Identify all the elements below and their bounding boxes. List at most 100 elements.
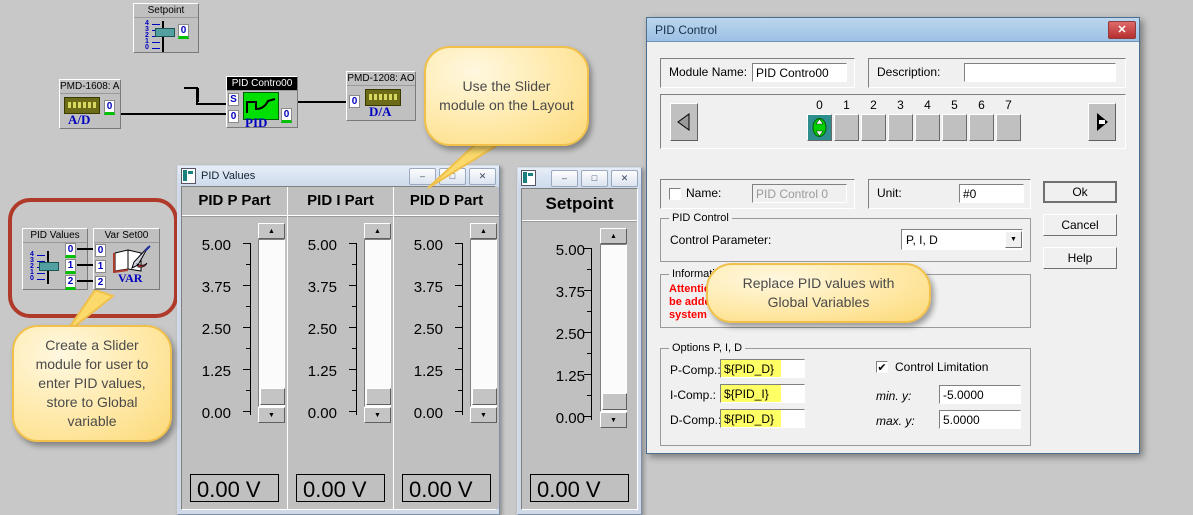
setpoint-value: 0.00 V — [530, 474, 629, 502]
pid-updown-icon — [812, 118, 827, 137]
dialog-titlebar[interactable]: PID Control ✕ — [647, 18, 1139, 42]
pid-values-window[interactable]: PID Values – □ ✕ PID P Part 5.00 3.75 2.… — [177, 165, 500, 515]
max-y-input[interactable]: 5.0000 — [939, 410, 1021, 429]
axis-label-0: 0.00 — [307, 405, 337, 422]
control-parameter-select[interactable]: P, I, D ▼ — [901, 229, 1023, 250]
axis-label-375: 3.75 — [413, 279, 443, 296]
slot-numbers-row: 0 1 2 3 4 5 6 7 — [806, 98, 1022, 112]
pid-d-scrollbar[interactable]: ▲ ▼ — [470, 223, 497, 423]
scroll-down-button[interactable]: ▼ — [600, 412, 627, 428]
tick-0: 0 — [145, 44, 149, 51]
pid-values-title: PID Values — [201, 170, 256, 182]
module-da[interactable]: PMD-1208: AO 0 D/A — [346, 71, 416, 121]
module-setpoint-title: Setpoint — [134, 4, 198, 18]
close-icon[interactable]: ✕ — [1108, 20, 1136, 39]
slot-7[interactable] — [996, 114, 1021, 141]
scroll-down-button[interactable]: ▼ — [364, 407, 391, 423]
slot-2[interactable] — [861, 114, 886, 141]
axis-label-25: 2.50 — [307, 321, 337, 338]
pid-input-0-port[interactable]: 0 — [228, 110, 239, 123]
name-label: Name: — [686, 186, 722, 200]
name-checkbox[interactable] — [669, 188, 681, 200]
module-da-title: PMD-1208: AO — [347, 72, 415, 86]
scroll-up-button[interactable]: ▲ — [600, 228, 627, 244]
scroll-down-button[interactable]: ▼ — [258, 407, 285, 423]
scroll-thumb[interactable] — [260, 388, 285, 405]
scroll-thumb[interactable] — [602, 393, 627, 410]
max-y-label: max. y: — [876, 414, 915, 428]
slot-1[interactable] — [834, 114, 859, 141]
slot-3[interactable] — [888, 114, 913, 141]
module-ad[interactable]: PMD-1608: AI A/D 0 — [59, 79, 121, 129]
panel-pid-d-scale: 5.00 3.75 2.50 1.25 0.00 ▲ ▼ — [394, 216, 499, 429]
description-input[interactable] — [964, 63, 1116, 82]
slot-5[interactable] — [942, 114, 967, 141]
i-comp-input[interactable]: ${PID_I} — [720, 384, 805, 403]
pid-output-port[interactable]: 0 — [281, 108, 292, 123]
slot-boxes-row — [807, 114, 1021, 141]
module-name-input[interactable]: PID Contro00 — [752, 63, 847, 82]
wire-setpoint-seg2 — [196, 87, 198, 104]
da-input-port[interactable]: 0 — [349, 95, 360, 108]
close-button[interactable]: ✕ — [611, 169, 638, 187]
pid-input-s-port[interactable]: S — [228, 93, 239, 106]
scroll-thumb[interactable] — [366, 388, 391, 405]
d-comp-input[interactable]: ${PID_D} — [720, 409, 805, 428]
axis-label-25: 2.50 — [555, 326, 585, 343]
name-input[interactable]: PID Control 0 — [752, 184, 847, 203]
maximize-button[interactable]: □ — [581, 169, 608, 187]
module-setpoint[interactable]: Setpoint 4 3 2 1 0 0 — [133, 3, 199, 53]
pid-control-dialog[interactable]: PID Control ✕ Module Name: PID Contro00 … — [646, 17, 1140, 454]
setpoint-titlebar[interactable]: – □ ✕ — [518, 168, 641, 188]
minimize-button[interactable]: – — [551, 169, 578, 187]
module-name-label: Module Name: — [669, 65, 748, 79]
next-page-button[interactable] — [1088, 103, 1116, 141]
pid-p-scrollbar[interactable]: ▲ ▼ — [258, 223, 285, 423]
slot-6[interactable] — [969, 114, 994, 141]
setpoint-output-port[interactable]: 0 — [178, 24, 189, 39]
slot-4[interactable] — [915, 114, 940, 141]
scroll-up-button[interactable]: ▲ — [470, 223, 497, 239]
panel-setpoint: Setpoint 5.00 3.75 2.50 1.25 0.00 ▲ ▼ 0.… — [522, 189, 637, 509]
ok-button[interactable]: Ok — [1043, 181, 1117, 203]
control-limitation-checkbox[interactable]: ✔ — [876, 361, 888, 374]
scroll-trough[interactable] — [364, 239, 391, 407]
slot-number-0: 0 — [816, 98, 823, 112]
panel-setpoint-scale: 5.00 3.75 2.50 1.25 0.00 ▲ ▼ — [522, 221, 637, 434]
module-pid[interactable]: PID Contro00 S 0 PID 0 — [226, 76, 298, 130]
scroll-thumb[interactable] — [472, 388, 497, 405]
description-group: Description: — [868, 58, 1126, 88]
p-comp-label: P-Comp.: — [670, 363, 721, 377]
axis-label-375: 3.75 — [201, 279, 231, 296]
slot-number-5: 5 — [951, 98, 958, 112]
ad-output-port[interactable]: 0 — [104, 100, 115, 115]
scroll-down-button[interactable]: ▼ — [470, 407, 497, 423]
scroll-trough[interactable] — [470, 239, 497, 407]
scroll-up-button[interactable]: ▲ — [258, 223, 285, 239]
scroll-trough[interactable] — [600, 244, 627, 412]
unit-input[interactable]: #0 — [959, 184, 1024, 203]
scroll-up-button[interactable]: ▲ — [364, 223, 391, 239]
slot-number-4: 4 — [924, 98, 931, 112]
i-comp-label: I-Comp.: — [670, 388, 717, 402]
chevron-down-icon[interactable]: ▼ — [1005, 231, 1022, 248]
axis-label-5: 5.00 — [555, 242, 585, 259]
setpoint-scrollbar[interactable]: ▲ ▼ — [600, 228, 627, 428]
prev-page-button[interactable] — [670, 103, 698, 141]
panel-pid-p: PID P Part 5.00 3.75 2.50 1.25 0.00 ▲ ▼ … — [182, 187, 288, 509]
panel-pid-i-header: PID I Part — [288, 187, 393, 216]
setpoint-window[interactable]: – □ ✕ Setpoint 5.00 3.75 2.50 1.25 0.00 — [517, 167, 642, 515]
scroll-trough[interactable] — [258, 239, 285, 407]
min-y-input[interactable]: -5.0000 — [939, 385, 1021, 404]
slot-0-selected[interactable] — [807, 114, 832, 141]
cancel-button[interactable]: Cancel — [1043, 214, 1117, 236]
min-y-label: min. y: — [876, 389, 912, 403]
axis-label-125: 1.25 — [307, 363, 337, 380]
pid-i-scrollbar[interactable]: ▲ ▼ — [364, 223, 391, 423]
slot-number-2: 2 — [870, 98, 877, 112]
help-button[interactable]: Help — [1043, 247, 1117, 269]
wire-ad-pid — [120, 113, 226, 115]
pid-p-value: 0.00 V — [190, 474, 279, 502]
p-comp-input[interactable]: ${PID_D} — [720, 359, 805, 378]
module-da-label: D/A — [369, 104, 392, 119]
